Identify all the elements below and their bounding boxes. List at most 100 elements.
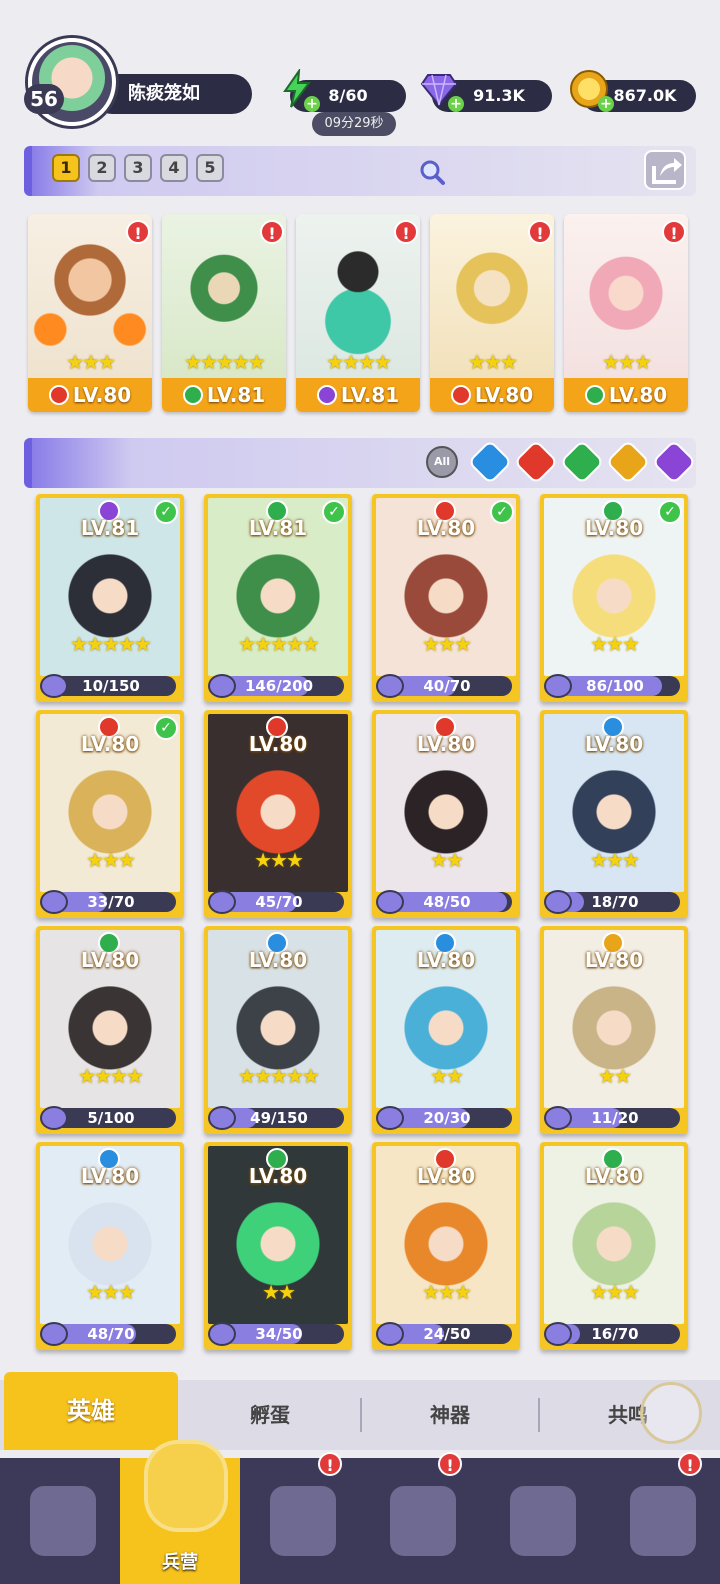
hero-card[interactable]: LV.80 ★★★ 16/70: [540, 1142, 688, 1350]
alert-badge: !: [126, 220, 150, 244]
hero-card[interactable]: LV.80 ★★★ 48/70: [36, 1142, 184, 1350]
banner-icon: [630, 1486, 696, 1556]
tab-hatch-label: 孵蛋: [250, 1403, 290, 1427]
shard-count: 48/70: [87, 1325, 135, 1343]
hero-stars: ★★: [430, 848, 464, 872]
map-icon: [270, 1486, 336, 1556]
wind-element-icon: [182, 384, 203, 405]
team-slot-5[interactable]: ★★★ LV.80: [564, 214, 688, 412]
nav-castle[interactable]: !: [360, 1452, 480, 1584]
shard-count: 34/50: [255, 1325, 303, 1343]
hero-card[interactable]: LV.80 ★★ 20/30: [372, 926, 520, 1134]
shard-count: 48/50: [423, 893, 471, 911]
shard-count: 86/100: [586, 677, 644, 695]
share-icon: [652, 158, 682, 184]
alert-badge: !: [662, 220, 686, 244]
energy-plus-icon[interactable]: +: [304, 96, 320, 112]
hero-card[interactable]: LV.80 ★★ 11/20: [540, 926, 688, 1134]
shard-icon: [376, 1106, 404, 1130]
alert-badge: !: [260, 220, 284, 244]
alert-badge: !: [678, 1452, 702, 1476]
hero-card[interactable]: ✓ LV.80 ★★★ 86/100: [540, 494, 688, 702]
hero-level: LV.80: [416, 732, 476, 756]
shard-count: 49/150: [250, 1109, 308, 1127]
tab-artifact-label: 神器: [430, 1403, 470, 1427]
compass-icon[interactable]: [640, 1382, 702, 1444]
tab-heroes[interactable]: 英雄: [4, 1372, 178, 1450]
hero-card[interactable]: ✓ LV.80 ★★★ 33/70: [36, 710, 184, 918]
hero-card[interactable]: LV.80 ★★ 48/50: [372, 710, 520, 918]
gems-plus-icon[interactable]: +: [448, 96, 464, 112]
tab-hatch[interactable]: 孵蛋: [180, 1380, 360, 1450]
team-tab-4[interactable]: 4: [160, 154, 188, 182]
hero-level-bar: LV.81: [296, 378, 420, 412]
shard-icon: [208, 674, 236, 698]
nav-guild[interactable]: [480, 1458, 600, 1584]
shard-count: 11/20: [591, 1109, 639, 1127]
hero-stars: ★★★★★: [184, 350, 266, 374]
hero-card[interactable]: LV.80 ★★★ 24/50: [372, 1142, 520, 1350]
hero-level-bar: LV.80: [430, 378, 554, 412]
shard-count: 10/150: [82, 677, 140, 695]
team-slot-4[interactable]: ★★★ LV.80: [430, 214, 554, 412]
team-slot-3[interactable]: ★★★★ LV.81: [296, 214, 420, 412]
hero-level-bar: LV.80: [28, 378, 152, 412]
hero-card[interactable]: LV.80 ★★★★ 5/100: [36, 926, 184, 1134]
guild-icon: [510, 1486, 576, 1556]
share-team-button[interactable]: [644, 150, 686, 190]
filter-all-button[interactable]: All: [426, 446, 458, 478]
team-slot-2[interactable]: ★★★★★ LV.81: [162, 214, 286, 412]
coins-plus-icon[interactable]: +: [598, 96, 614, 112]
team-tab-3[interactable]: 3: [124, 154, 152, 182]
energy-timer: 09分29秒: [312, 112, 396, 136]
hero-card[interactable]: ✓ LV.80 ★★★ 40/70: [372, 494, 520, 702]
shard-icon: [544, 674, 572, 698]
hero-level: LV.81: [80, 516, 140, 540]
hero-level: LV.80: [416, 516, 476, 540]
shard-icon: [376, 674, 404, 698]
hero-level: LV.80: [584, 516, 644, 540]
hero-level: LV.80: [584, 732, 644, 756]
hero-level: LV.80: [584, 1164, 644, 1188]
player-level-badge: 56: [24, 84, 64, 114]
dark-element-icon: [316, 384, 337, 405]
fire-element-icon: [48, 384, 69, 405]
hero-stars: ★★★★: [326, 350, 392, 374]
hero-card[interactable]: LV.80 ★★ 34/50: [204, 1142, 352, 1350]
nav-barracks-label: 兵营: [162, 1552, 198, 1573]
hero-stars: ★★★: [422, 632, 472, 656]
castle-icon: [390, 1486, 456, 1556]
hero-card[interactable]: LV.80 ★★★ 45/70: [204, 710, 352, 918]
nav-map[interactable]: !: [240, 1452, 360, 1584]
nav-banner[interactable]: !: [600, 1452, 720, 1584]
hero-level: LV.80: [80, 732, 140, 756]
nav-cards[interactable]: [0, 1458, 120, 1584]
hero-level: LV.80: [248, 948, 308, 972]
hero-card[interactable]: LV.80 ★★★★★ 49/150: [204, 926, 352, 1134]
hero-stars: ★★★: [468, 350, 518, 374]
team-tab-5[interactable]: 5: [196, 154, 224, 182]
coins-value: 867.0K: [613, 86, 677, 105]
barracks-icon: [148, 1444, 224, 1528]
sub-tab-bar: 英雄 孵蛋 神器 共鸣: [0, 1372, 720, 1450]
alert-badge: !: [438, 1452, 462, 1476]
tab-artifact[interactable]: 神器: [362, 1380, 538, 1450]
hero-card[interactable]: LV.80 ★★★ 18/70: [540, 710, 688, 918]
fire-element-icon: [450, 384, 471, 405]
hero-level-bar: LV.80: [564, 378, 688, 412]
shard-count: 5/100: [87, 1109, 135, 1127]
hero-level: LV.80: [248, 1164, 308, 1188]
hero-level: LV.81: [206, 383, 266, 407]
hero-level: LV.80: [416, 948, 476, 972]
bottom-nav: 兵营!!!: [0, 1444, 720, 1584]
team-tab-1[interactable]: 1: [52, 154, 80, 182]
team-tab-2[interactable]: 2: [88, 154, 116, 182]
team-slot-1[interactable]: ★★★ LV.80: [28, 214, 152, 412]
hero-card[interactable]: ✓ LV.81 ★★★★★ 146/200: [204, 494, 352, 702]
shard-icon: [376, 1322, 404, 1346]
nav-barracks[interactable]: 兵营: [120, 1444, 240, 1584]
hero-card[interactable]: ✓ LV.81 ★★★★★ 10/150: [36, 494, 184, 702]
shard-icon: [40, 1322, 68, 1346]
hero-stars: ★★★★: [78, 1064, 144, 1088]
search-hero-icon[interactable]: [418, 158, 446, 186]
